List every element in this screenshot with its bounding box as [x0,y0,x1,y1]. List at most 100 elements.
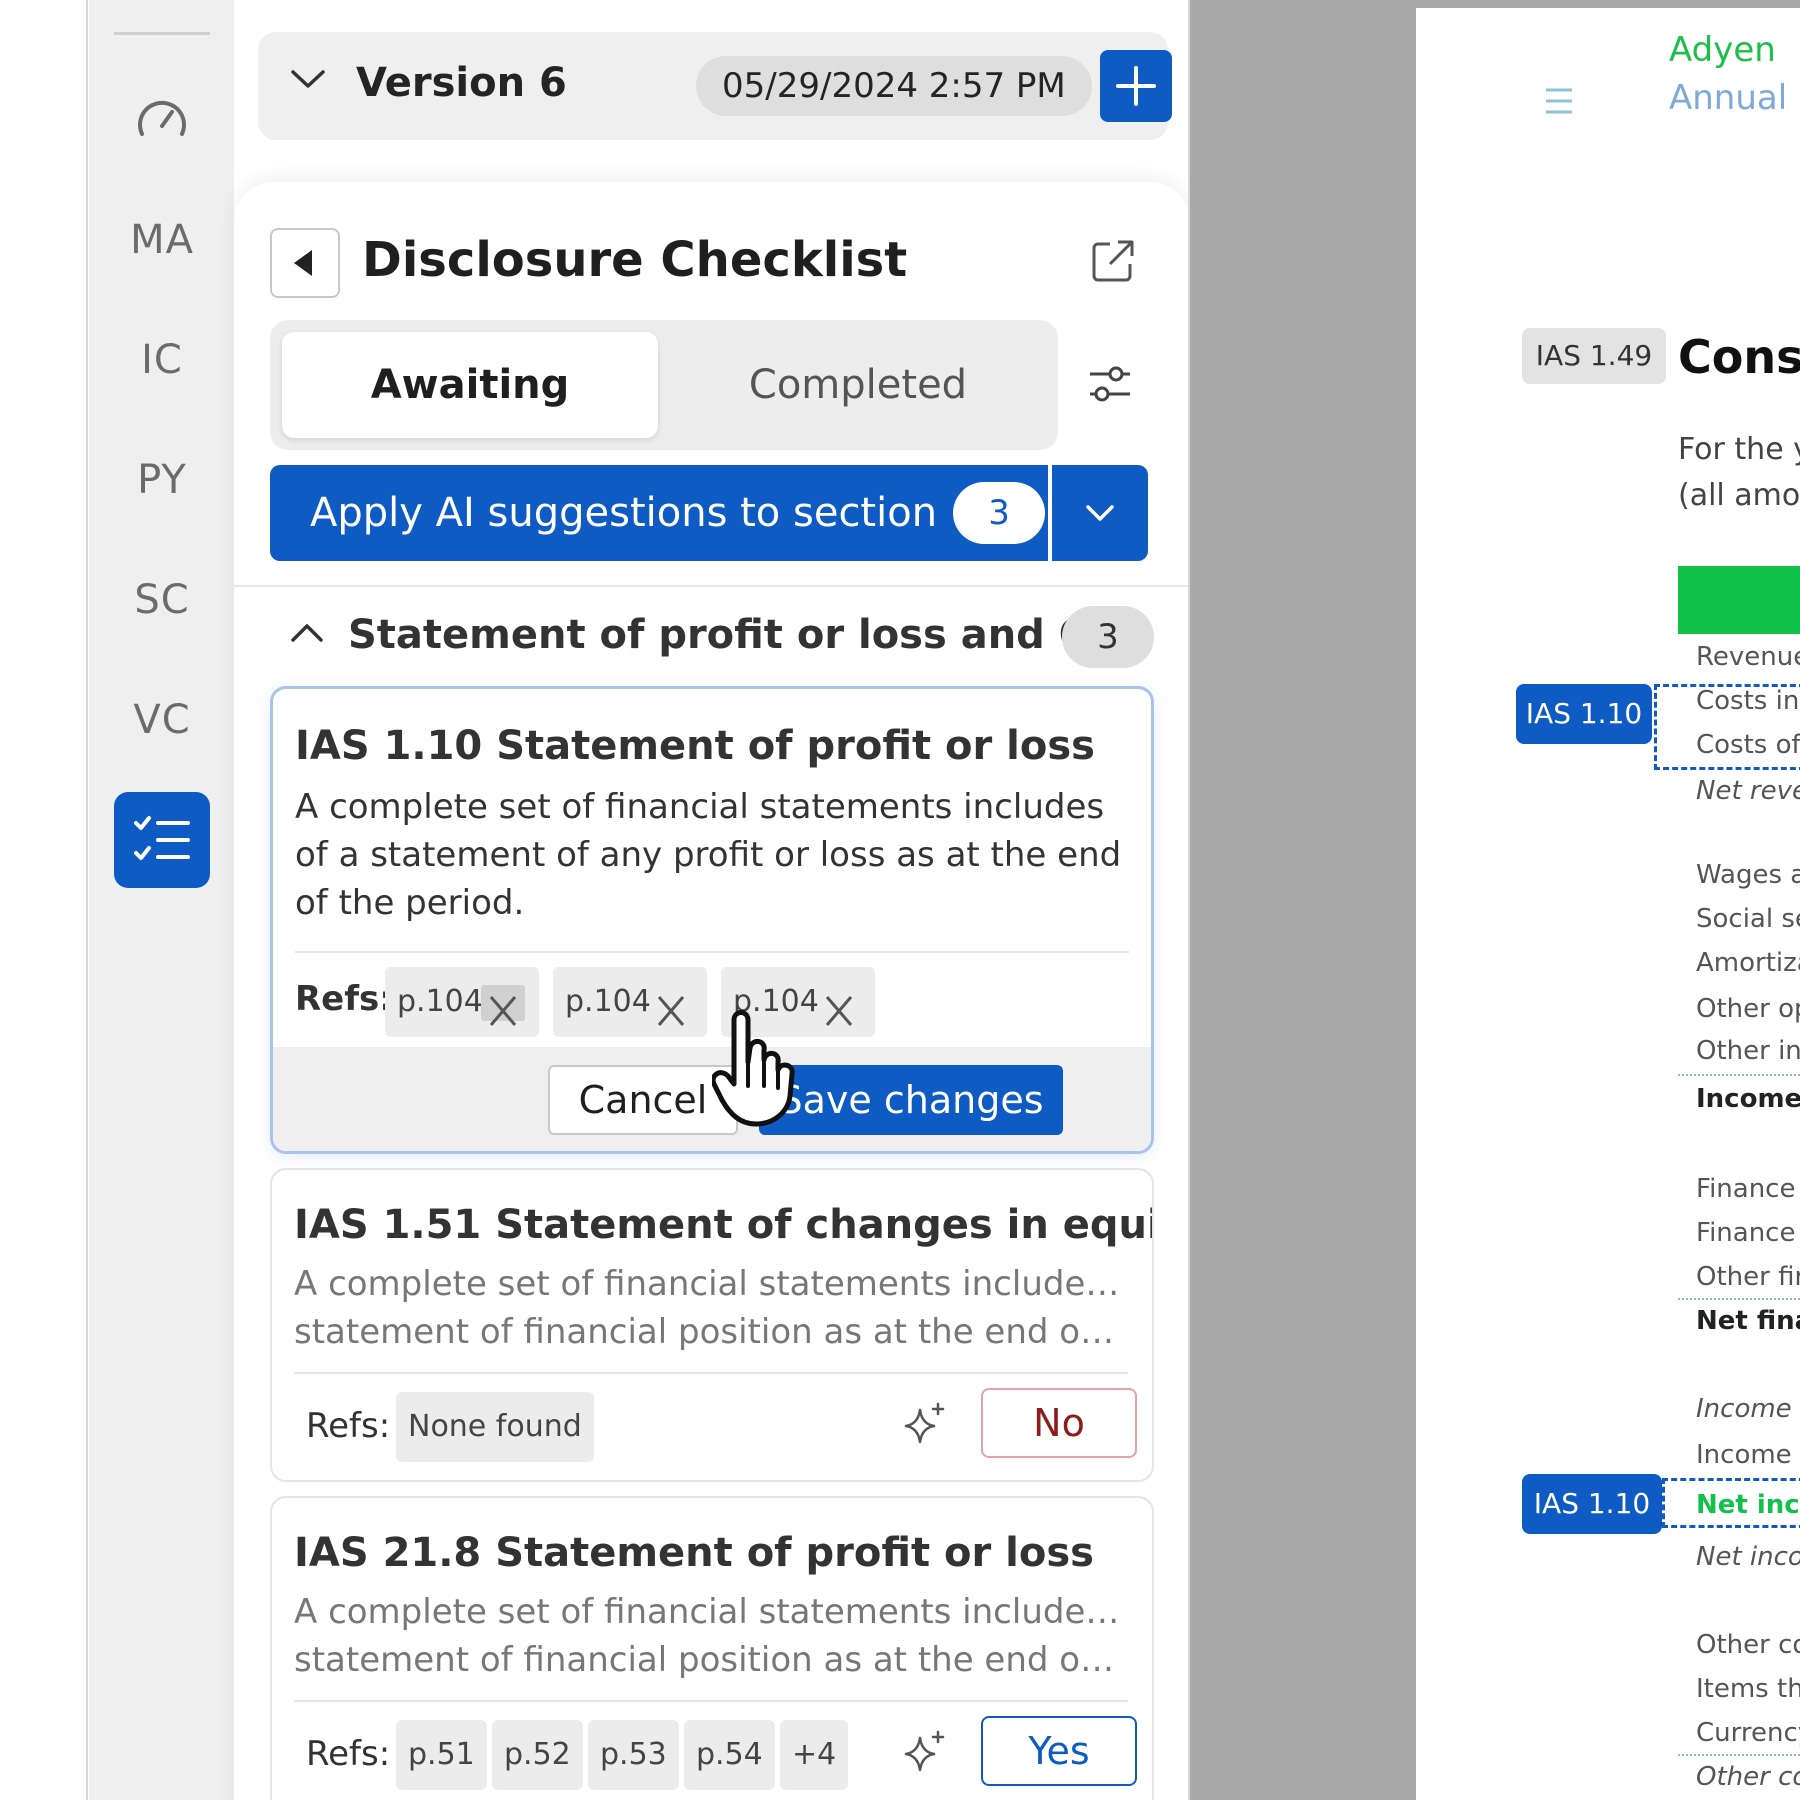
plus-icon [1100,66,1172,126]
apply-ai-label: Apply AI suggestions to section [310,490,938,536]
rail-item-py[interactable]: PY [114,432,210,528]
rail-item-ic[interactable]: IC [114,312,210,408]
ref-chip[interactable]: p.54 [684,1720,775,1790]
rail-item-label: MA [130,217,194,263]
document-line: Other co [1696,1630,1800,1660]
rail-item-ma[interactable]: MA [114,192,210,288]
document-line: Income t [1696,1440,1800,1470]
document-subtitle: Annual R [1669,78,1800,118]
rail-item-vc[interactable]: VC [114,672,210,768]
item-title: IAS 1.51 Statement of changes in equity [294,1202,1154,1248]
checklist-title: Disclosure Checklist [362,232,908,288]
dotted-rule [1678,1298,1800,1300]
document-line: Income b [1696,1394,1800,1424]
item-title: IAS 21.8 Statement of profit or loss [294,1530,1094,1576]
checklist-panel: Version 6 05/29/2024 2:57 PM Disclosure … [234,0,1190,1800]
ias-tag-highlighted[interactable]: IAS 1.10 [1522,1474,1662,1534]
gauge-icon [134,92,190,148]
menu-icon[interactable] [1544,86,1574,120]
add-version-button[interactable] [1100,50,1172,122]
ref-chip-label: p.104 [565,984,651,1019]
ias-tag-highlighted[interactable]: IAS 1.10 [1516,684,1652,744]
close-icon[interactable] [649,985,693,1026]
document-heading: Cons [1678,330,1800,384]
refs-label: Refs: [306,1406,391,1446]
more-refs-chip[interactable]: +4 [780,1720,849,1790]
sparkle-icon[interactable] [900,1728,950,1782]
section-title[interactable]: Statement of profit or loss and OCI [348,612,1137,658]
checklist-item[interactable]: IAS 21.8 Statement of profit or loss A c… [270,1496,1154,1800]
item-description-line: A complete set of financial statements i… [294,1592,1124,1632]
rail-item-label: VC [133,697,191,743]
document-intro-line: (all amou [1678,478,1800,513]
rail-item-label: IC [141,337,183,383]
document-line: Other op [1696,994,1800,1024]
ref-chip[interactable]: p.53 [588,1720,679,1790]
item-description-line: statement of financial position as at th… [294,1640,1124,1680]
viewer-top-edge [1190,0,1800,8]
ai-suggestion-count-badge: 3 [953,482,1046,544]
rail-item-checklist[interactable] [114,792,210,888]
document-line: Social se [1696,904,1800,934]
apply-ai-suggestions-button[interactable]: Apply AI suggestions to section 3 [270,465,1048,561]
ias-tag[interactable]: IAS 1.49 [1522,328,1666,384]
open-external-icon[interactable] [1090,238,1136,288]
item-title: IAS 1.10 Statement of profit or loss [295,723,1095,769]
cancel-button[interactable]: Cancel [548,1065,738,1135]
ref-chip[interactable]: p.52 [492,1720,583,1790]
divider [234,585,1188,587]
dotted-rule [1678,1754,1800,1756]
document-line: Net reve [1696,776,1800,806]
rail-item-sc[interactable]: SC [114,552,210,648]
ref-chip: p.104 [385,967,539,1037]
chevron-down-icon[interactable] [290,68,326,94]
status-tabs: Awaiting Completed [270,320,1058,450]
document-line: Revenue [1696,642,1800,672]
item-description: A complete set of financial statements i… [295,787,1122,923]
outer-margin [0,0,88,1800]
rail-item-dashboard[interactable] [114,72,210,168]
ref-chip-label: p.104 [397,984,483,1019]
document-page[interactable]: Adyen Annual R IAS 1.49 Cons For the y (… [1416,8,1800,1800]
ref-chip: None found [396,1392,594,1462]
answer-no-button[interactable]: No [981,1388,1137,1458]
item-description-line: A complete set of financial statements i… [294,1264,1124,1304]
filter-sliders-icon[interactable] [1088,364,1132,408]
checklist-icon [134,815,190,865]
item-divider [294,1372,1128,1374]
document-line: Amortiza [1696,948,1800,978]
rail-item-label: SC [134,577,190,623]
document-line: Finance [1696,1174,1796,1204]
rail-divider [114,32,210,35]
refs-label: Refs: [306,1734,391,1774]
document-line: Other co [1696,1762,1800,1792]
ref-chip: p.104 [553,967,707,1037]
sparkle-icon[interactable] [900,1400,950,1454]
version-label[interactable]: Version 6 [356,60,567,106]
back-button[interactable] [270,228,340,298]
answer-yes-button[interactable]: Yes [981,1716,1137,1786]
close-icon[interactable] [817,985,861,1026]
document-line: Wages a [1696,860,1800,890]
document-line: Items tha [1696,1674,1800,1704]
refs-label: Refs: [295,979,393,1019]
document-line: Net inco [1696,1490,1800,1520]
ref-chip[interactable]: p.51 [396,1720,487,1790]
document-line: Other inc [1696,1036,1800,1066]
tab-completed[interactable]: Completed [670,332,1046,438]
checklist-item[interactable]: IAS 1.51 Statement of changes in equity … [270,1168,1154,1482]
tab-awaiting[interactable]: Awaiting [282,332,658,438]
hand-pointer-cursor-icon [710,1000,822,1134]
document-line: Finance [1696,1218,1796,1248]
document-intro-line: For the y [1678,432,1800,467]
ai-suggestions-dropdown-button[interactable] [1052,465,1148,561]
version-date-badge: 05/29/2024 2:57 PM [696,56,1092,116]
caret-left-icon [272,250,338,300]
chevron-up-icon[interactable] [290,622,324,648]
document-line: Income [1696,1084,1800,1114]
section-count-badge: 3 [1062,606,1154,668]
version-bar: Version 6 05/29/2024 2:57 PM [258,32,1172,140]
close-icon[interactable] [481,985,525,1026]
navigation-rail: MA IC PY SC VC [89,0,234,1800]
rail-item-label: PY [137,457,187,503]
